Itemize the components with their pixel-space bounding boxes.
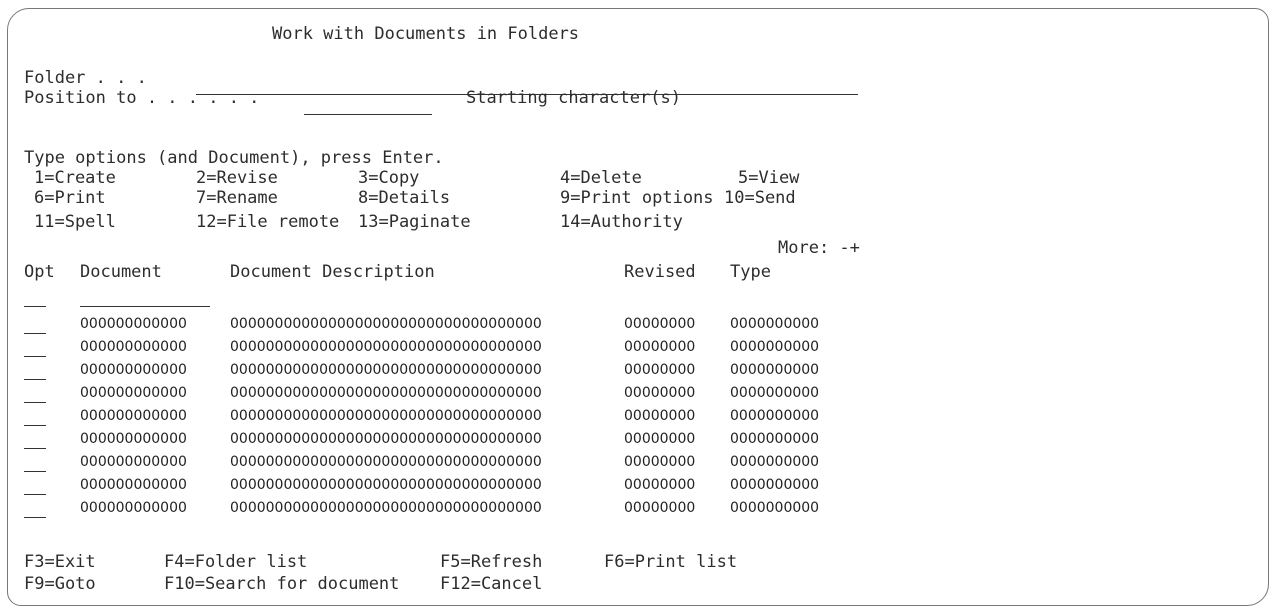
- f12-cancel-key[interactable]: F12=Cancel: [440, 574, 542, 594]
- option-create: 1=Create: [34, 168, 116, 188]
- col-header-revised: Revised: [624, 262, 696, 282]
- row-document: 000000000000: [80, 316, 187, 332]
- instructions: Type options (and Document), press Enter…: [24, 148, 444, 168]
- folder-label: Folder . . .: [24, 68, 147, 88]
- option-print: 6=Print: [34, 188, 106, 208]
- more-indicator: More: -+: [778, 238, 860, 258]
- f6-print-list-key[interactable]: F6=Print list: [604, 552, 737, 572]
- row-opt-input[interactable]: [24, 430, 46, 449]
- row-description: 00000000000000000000000000000000000: [230, 408, 542, 424]
- col-header-type: Type: [730, 262, 771, 282]
- screen-title: Work with Documents in Folders: [272, 24, 580, 44]
- row-document: 000000000000: [80, 408, 187, 424]
- row-opt-input[interactable]: [24, 476, 46, 495]
- row-description: 00000000000000000000000000000000000: [230, 385, 542, 401]
- option-print-options: 9=Print options: [560, 188, 714, 208]
- row-description: 00000000000000000000000000000000000: [230, 477, 542, 493]
- row-revised: 00000000: [624, 316, 696, 332]
- row-document: 000000000000: [80, 362, 187, 378]
- option-revise: 2=Revise: [196, 168, 278, 188]
- row-revised: 00000000: [624, 408, 696, 424]
- row-document: 000000000000: [80, 385, 187, 401]
- option-file-remote: 12=File remote: [196, 212, 340, 232]
- f9-goto-key[interactable]: F9=Goto: [24, 574, 96, 594]
- row-description: 00000000000000000000000000000000000: [230, 431, 542, 447]
- position-to-hint: Starting character(s): [466, 88, 681, 108]
- f5-refresh-key[interactable]: F5=Refresh: [440, 552, 542, 572]
- row-opt-input[interactable]: [24, 361, 46, 380]
- position-to-input[interactable]: [304, 94, 432, 115]
- option-send: 10=Send: [724, 188, 796, 208]
- row-opt-input[interactable]: [24, 407, 46, 426]
- f10-search-key[interactable]: F10=Search for document: [164, 574, 399, 594]
- row-description: 00000000000000000000000000000000000: [230, 500, 542, 516]
- row-type: 0000000000: [730, 431, 820, 447]
- option-paginate: 13=Paginate: [358, 212, 471, 232]
- option-details: 8=Details: [358, 188, 451, 208]
- col-header-opt: Opt: [24, 262, 55, 282]
- row-type: 0000000000: [730, 316, 820, 332]
- row-document: 000000000000: [80, 477, 187, 493]
- col-header-document: Document: [80, 262, 162, 282]
- row-revised: 00000000: [624, 454, 696, 470]
- f3-exit-key[interactable]: F3=Exit: [24, 552, 96, 572]
- row-revised: 00000000: [624, 362, 696, 378]
- filter-opt-input[interactable]: [24, 288, 46, 307]
- row-type: 0000000000: [730, 362, 820, 378]
- f4-folder-list-key[interactable]: F4=Folder list: [164, 552, 307, 572]
- row-type: 0000000000: [730, 454, 820, 470]
- row-revised: 00000000: [624, 431, 696, 447]
- row-opt-input[interactable]: [24, 315, 46, 334]
- row-revised: 00000000: [624, 385, 696, 401]
- row-document: 000000000000: [80, 500, 187, 516]
- row-document: 000000000000: [80, 339, 187, 355]
- position-to-label: Position to . . . . . .: [24, 88, 260, 108]
- filter-document-input[interactable]: [80, 288, 210, 307]
- row-opt-input[interactable]: [24, 384, 46, 403]
- row-type: 0000000000: [730, 500, 820, 516]
- row-description: 00000000000000000000000000000000000: [230, 316, 542, 332]
- option-delete: 4=Delete: [560, 168, 642, 188]
- option-copy: 3=Copy: [358, 168, 420, 188]
- row-document: 000000000000: [80, 431, 187, 447]
- row-type: 0000000000: [730, 339, 820, 355]
- row-opt-input[interactable]: [24, 338, 46, 357]
- option-spell: 11=Spell: [34, 212, 116, 232]
- option-authority: 14=Authority: [560, 212, 683, 232]
- row-revised: 00000000: [624, 477, 696, 493]
- col-header-description: Document Description: [230, 262, 435, 282]
- row-type: 0000000000: [730, 385, 820, 401]
- option-rename: 7=Rename: [196, 188, 278, 208]
- row-revised: 00000000: [624, 339, 696, 355]
- row-revised: 00000000: [624, 500, 696, 516]
- row-opt-input[interactable]: [24, 499, 46, 518]
- option-view: 5=View: [738, 168, 800, 188]
- row-type: 0000000000: [730, 408, 820, 424]
- row-description: 00000000000000000000000000000000000: [230, 454, 542, 470]
- row-document: 000000000000: [80, 454, 187, 470]
- row-description: 00000000000000000000000000000000000: [230, 362, 542, 378]
- row-description: 00000000000000000000000000000000000: [230, 339, 542, 355]
- row-type: 0000000000: [730, 477, 820, 493]
- row-opt-input[interactable]: [24, 453, 46, 472]
